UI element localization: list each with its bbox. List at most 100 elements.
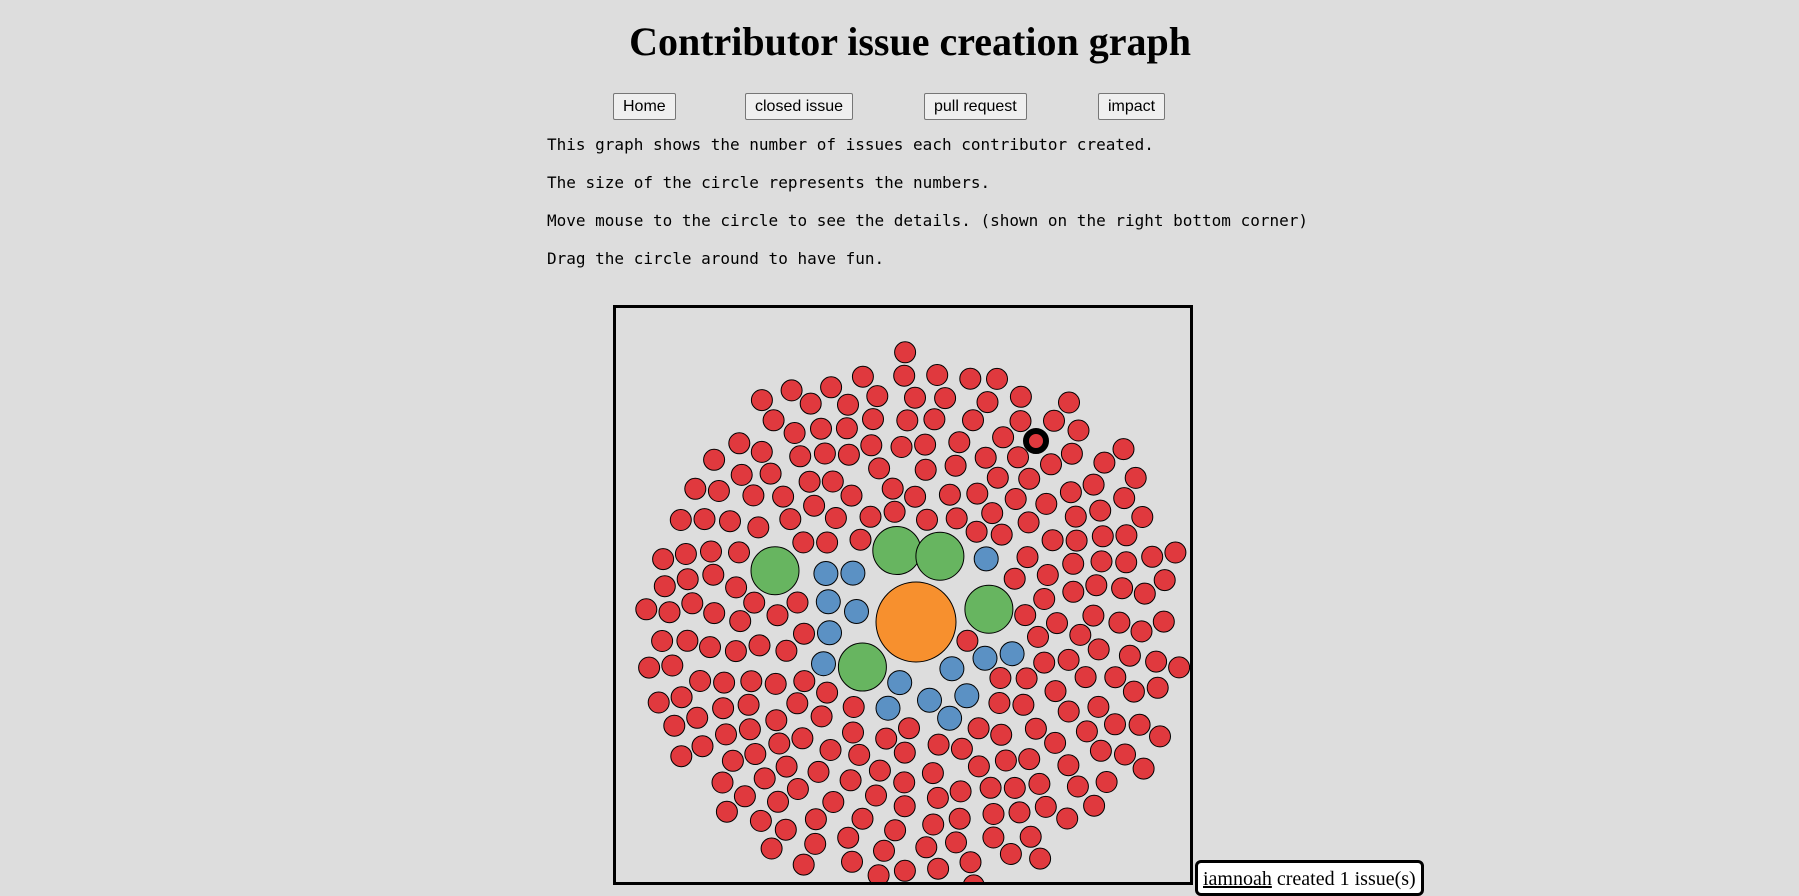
bubble-red[interactable]	[712, 697, 735, 720]
bubble-red[interactable]	[715, 723, 737, 746]
bubble-red[interactable]	[966, 482, 989, 505]
bubble-red[interactable]	[719, 510, 741, 533]
bubble-red[interactable]	[979, 776, 1002, 799]
bubble-red[interactable]	[1062, 580, 1085, 603]
bubble-blue[interactable]	[917, 687, 942, 713]
bubble-red[interactable]	[1141, 545, 1164, 568]
impact-button[interactable]: impact	[1098, 93, 1166, 120]
bubble-red[interactable]	[674, 543, 697, 565]
bubble-red[interactable]	[986, 466, 1009, 489]
bubble-red[interactable]	[867, 864, 890, 882]
bubble-red[interactable]	[914, 458, 937, 481]
bubble-red[interactable]	[1009, 385, 1032, 408]
bubble-blue[interactable]	[815, 589, 841, 615]
bubble-red[interactable]	[663, 714, 686, 737]
bubble-red[interactable]	[962, 409, 984, 432]
bubble-red[interactable]	[670, 745, 693, 768]
bubble-red[interactable]	[842, 721, 864, 744]
bubble-red[interactable]	[819, 739, 842, 761]
bubble-red[interactable]	[742, 484, 765, 507]
bubble-red[interactable]	[750, 389, 773, 412]
bubble-red[interactable]	[647, 691, 670, 714]
bubble-red[interactable]	[737, 693, 760, 716]
bubble-red[interactable]	[926, 786, 949, 809]
bubble-red[interactable]	[821, 470, 844, 493]
bubble-red[interactable]	[1115, 524, 1138, 547]
bubble-red[interactable]	[898, 717, 920, 740]
bubble-red[interactable]	[1089, 499, 1112, 522]
bubble-red[interactable]	[728, 432, 751, 455]
bubble-highlighted[interactable]	[1023, 428, 1049, 454]
bubble-red[interactable]	[775, 755, 798, 778]
bubble-red[interactable]	[959, 367, 982, 390]
bubble-red[interactable]	[1067, 419, 1090, 442]
bubble-red[interactable]	[799, 392, 822, 415]
bubble-red[interactable]	[780, 379, 803, 402]
bubble-red[interactable]	[1033, 588, 1056, 610]
bubble-red[interactable]	[949, 780, 972, 803]
bubble-red[interactable]	[1112, 438, 1135, 461]
bubble-red[interactable]	[923, 408, 946, 431]
bubble-red[interactable]	[1040, 453, 1062, 476]
bubble-red[interactable]	[1104, 666, 1127, 689]
bubble-red[interactable]	[733, 785, 756, 808]
bubble-red[interactable]	[990, 523, 1013, 546]
bubble-red[interactable]	[793, 670, 816, 693]
bubble-red[interactable]	[1132, 757, 1155, 780]
bubble-red[interactable]	[866, 385, 889, 408]
bubble-red[interactable]	[1044, 680, 1067, 703]
bubble-red[interactable]	[916, 508, 938, 531]
bubble-red[interactable]	[875, 727, 898, 750]
bubble-red[interactable]	[883, 500, 906, 523]
bubble-red[interactable]	[1145, 650, 1168, 673]
bubble-red[interactable]	[881, 477, 904, 500]
bubble-red[interactable]	[893, 741, 916, 764]
bubble-red[interactable]	[711, 771, 734, 794]
bubble-red[interactable]	[749, 809, 772, 832]
bubble-red[interactable]	[1017, 511, 1040, 534]
bubble-red[interactable]	[810, 705, 833, 728]
bubble-red[interactable]	[982, 826, 1005, 849]
bubble-red[interactable]	[965, 520, 988, 543]
bubble-red[interactable]	[1018, 467, 1041, 490]
bubble-red[interactable]	[803, 494, 826, 517]
bubble-red[interactable]	[860, 434, 883, 457]
bubble-red[interactable]	[724, 640, 747, 663]
bubble-green[interactable]	[837, 642, 887, 692]
bubble-green[interactable]	[750, 546, 800, 596]
bubble-red[interactable]	[1089, 739, 1112, 762]
bubble-red[interactable]	[1059, 481, 1082, 504]
bubble-red[interactable]	[652, 548, 675, 571]
bubble-red[interactable]	[1033, 651, 1056, 674]
bubble-red[interactable]	[884, 819, 907, 842]
bubble-red[interactable]	[945, 831, 967, 854]
bubble-red[interactable]	[700, 540, 722, 563]
bubble-red[interactable]	[721, 749, 744, 772]
bubble-red[interactable]	[851, 365, 874, 388]
bubble-red[interactable]	[948, 807, 971, 830]
bubble-red[interactable]	[842, 696, 865, 718]
bubble-blue[interactable]	[887, 670, 913, 696]
bubble-red[interactable]	[768, 732, 791, 755]
bubble-red[interactable]	[747, 516, 770, 539]
bubble-red[interactable]	[922, 813, 945, 836]
bubble-red[interactable]	[729, 610, 752, 633]
bubble-red[interactable]	[859, 505, 882, 528]
bubble-red[interactable]	[1168, 656, 1190, 679]
bubble-red[interactable]	[786, 591, 809, 614]
bubble-red[interactable]	[715, 800, 738, 823]
bubble-red[interactable]	[959, 851, 982, 874]
bubble-red[interactable]	[793, 622, 815, 645]
bubble-red[interactable]	[713, 671, 736, 694]
bubble-red[interactable]	[904, 485, 927, 508]
bubble-red[interactable]	[1087, 695, 1110, 718]
bubble-red[interactable]	[839, 769, 862, 792]
bubble-red[interactable]	[638, 656, 661, 679]
bubble-blue[interactable]	[972, 645, 998, 671]
bubble-red[interactable]	[1008, 801, 1031, 824]
bubble-red[interactable]	[893, 795, 916, 818]
bubble-red[interactable]	[1095, 771, 1118, 793]
bubble-red[interactable]	[893, 771, 916, 794]
bubble-red[interactable]	[967, 717, 990, 740]
bubble-red[interactable]	[804, 808, 827, 831]
